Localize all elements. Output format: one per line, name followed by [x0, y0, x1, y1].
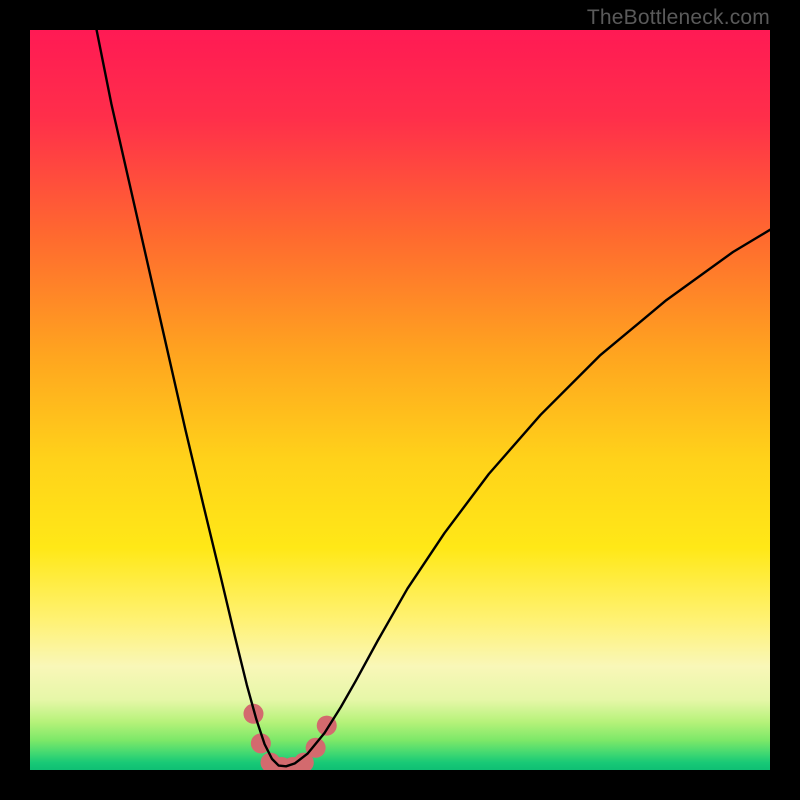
- watermark-text: TheBottleneck.com: [587, 6, 770, 30]
- chart-frame: TheBottleneck.com: [0, 0, 800, 800]
- bottleneck-curve: [97, 30, 770, 766]
- plot-area: [30, 30, 770, 770]
- curve-layer: [30, 30, 770, 770]
